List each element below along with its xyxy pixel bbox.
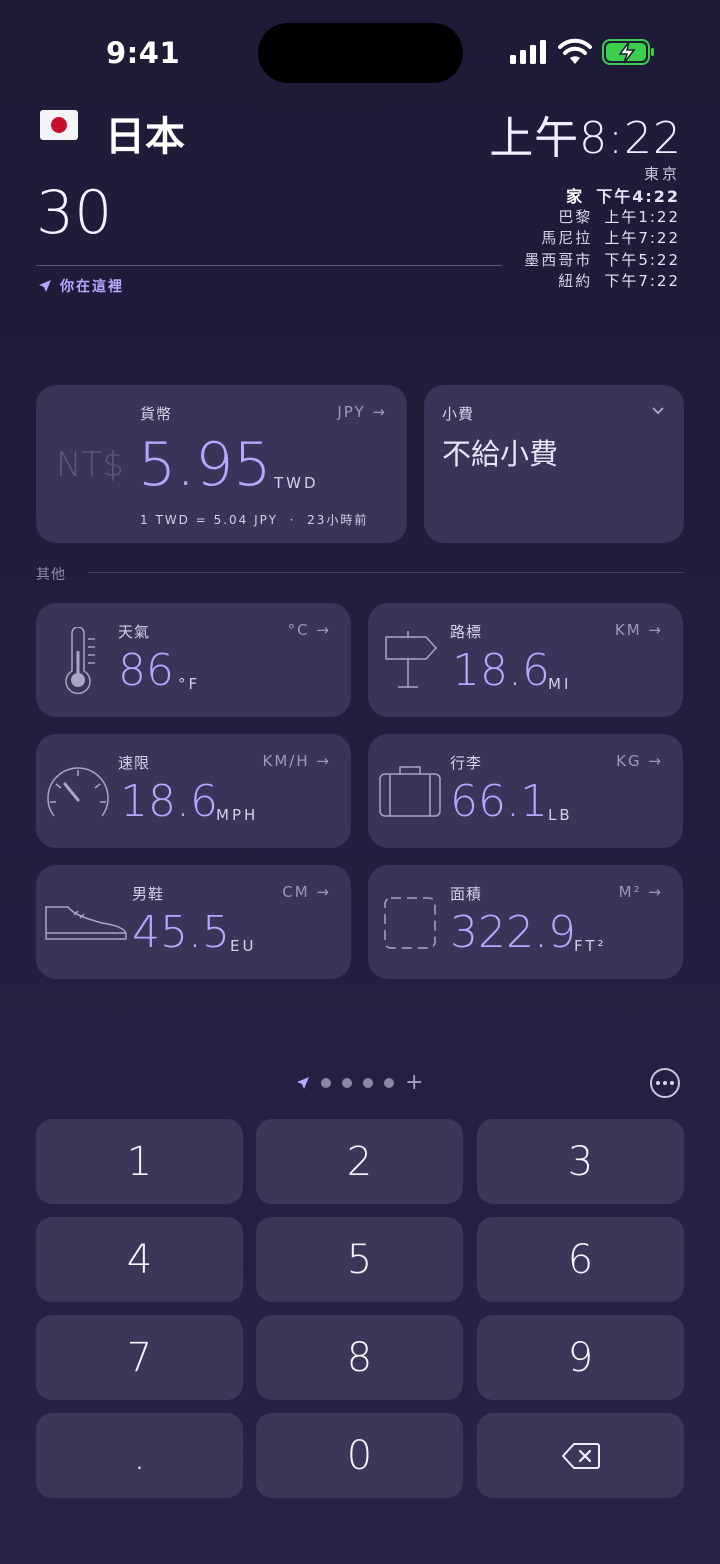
keypad-key-5[interactable]: 5: [256, 1217, 463, 1302]
thermometer-icon: [65, 627, 95, 695]
here-label: 你在這裡: [60, 279, 124, 295]
weather-value: 86: [118, 645, 174, 696]
keypad-key-3[interactable]: 3: [477, 1119, 684, 1204]
keypad-key-decimal[interactable]: .: [36, 1413, 243, 1498]
shoes-value: 45.5: [132, 907, 230, 958]
speedometer-icon: [47, 767, 109, 817]
local-city: 東京: [643, 165, 680, 183]
page-dot[interactable]: [321, 1078, 331, 1088]
weather-card[interactable]: 天氣 °C → 86 °F: [36, 603, 351, 717]
area-value: 322.9: [450, 907, 576, 958]
section-divider: [88, 572, 684, 573]
currency-symbol: NT$: [56, 445, 124, 485]
page-dot[interactable]: [363, 1078, 373, 1088]
shoe-icon: [45, 906, 127, 940]
world-clock-row: 家下午4:22: [566, 187, 680, 206]
currency-card[interactable]: 貨幣 JPY → NT$ 5.95 TWD 1 TWD = 5.04 JPY ·…: [36, 385, 407, 543]
world-clock-row: 巴黎 上午1:22: [558, 208, 680, 227]
currency-label: 貨幣: [140, 405, 173, 423]
keypad-key-6[interactable]: 6: [477, 1217, 684, 1302]
japan-flag-icon: [40, 110, 78, 140]
world-clock-row: 紐約 下午7:22: [558, 271, 680, 290]
tip-card[interactable]: 小費 不給小費: [424, 385, 684, 543]
signpost-icon: [385, 631, 438, 688]
others-section-label: 其他: [36, 567, 66, 583]
shoes-label: 男鞋: [132, 885, 165, 903]
speed-label: 速限: [118, 754, 151, 772]
keypad-key-4[interactable]: 4: [36, 1217, 243, 1302]
backspace-icon: [561, 1442, 600, 1469]
luggage-alt-unit[interactable]: KG →: [616, 752, 663, 770]
arrow-right-icon: →: [372, 403, 387, 421]
suitcase-icon: [379, 766, 441, 817]
weather-unit: °F: [178, 675, 201, 693]
input-underline: [36, 265, 502, 266]
tip-label: 小費: [442, 405, 475, 423]
local-time: 上午8:22: [489, 113, 682, 164]
luggage-unit: LB: [548, 806, 573, 824]
country-name[interactable]: 日本: [105, 104, 185, 162]
speed-unit: MPH: [216, 806, 259, 824]
speed-card[interactable]: 速限 KM/H → 18.6 MPH: [36, 734, 351, 848]
arrow-right-icon: →: [316, 883, 331, 901]
weather-label: 天氣: [118, 623, 151, 641]
keypad-backspace-button[interactable]: [477, 1413, 684, 1498]
keypad-key-8[interactable]: 8: [256, 1315, 463, 1400]
page-indicator[interactable]: +: [296, 1072, 423, 1094]
distance-alt-unit[interactable]: KM →: [615, 621, 663, 639]
shoes-alt-unit[interactable]: CM →: [282, 883, 331, 901]
keypad-key-1[interactable]: 1: [36, 1119, 243, 1204]
page-dot[interactable]: [342, 1078, 352, 1088]
status-time: 9:41: [106, 36, 181, 70]
area-alt-unit[interactable]: M² →: [619, 883, 663, 901]
add-page-icon[interactable]: +: [405, 1072, 423, 1094]
arrow-right-icon: →: [648, 883, 663, 901]
distance-unit: MI: [548, 675, 572, 693]
area-label: 面積: [450, 885, 483, 903]
area-icon: [384, 897, 436, 949]
luggage-value: 66.1: [450, 776, 548, 827]
keypad-key-7[interactable]: 7: [36, 1315, 243, 1400]
distance-value: 18.6: [452, 645, 550, 696]
keypad-key-0[interactable]: 0: [256, 1413, 463, 1498]
luggage-label: 行李: [450, 754, 483, 772]
world-clock-row: 馬尼拉 上午7:22: [541, 229, 680, 248]
speed-alt-unit[interactable]: KM/H →: [263, 752, 331, 770]
speed-value: 18.6: [120, 776, 218, 827]
area-unit: FT²: [574, 937, 607, 955]
arrow-right-icon: →: [316, 752, 331, 770]
distance-card[interactable]: 路標 KM → 18.6 MI: [368, 603, 683, 717]
location-arrow-icon: [39, 280, 51, 292]
keypad-key-2[interactable]: 2: [256, 1119, 463, 1204]
currency-value: 5.95: [138, 430, 272, 500]
currency-unit: TWD: [274, 474, 319, 492]
distance-label: 路標: [450, 623, 483, 641]
chevron-down-icon[interactable]: [652, 407, 664, 415]
shoes-card[interactable]: 男鞋 CM → 45.5 EU: [36, 865, 351, 979]
tip-value: 不給小費: [442, 437, 559, 471]
current-location-indicator[interactable]: 你在這裡: [38, 276, 124, 296]
arrow-right-icon: →: [648, 752, 663, 770]
area-card[interactable]: 面積 M² → 322.9 FT²: [368, 865, 683, 979]
wifi-icon: [558, 38, 592, 64]
exchange-rate-info: 1 TWD = 5.04 JPY · 23小時前: [140, 513, 369, 527]
world-clock-list[interactable]: 家下午4:22 巴黎 上午1:22 馬尼拉 上午7:22 墨西哥市 下午5:22 紐約…: [524, 186, 680, 292]
arrow-right-icon: →: [648, 621, 663, 639]
page-dot[interactable]: [384, 1078, 394, 1088]
battery-charging-icon: [602, 39, 654, 65]
shoes-unit: EU: [230, 937, 257, 955]
currency-source-code[interactable]: JPY →: [337, 403, 387, 421]
keypad-key-9[interactable]: 9: [477, 1315, 684, 1400]
cellular-signal-icon: [510, 40, 546, 64]
luggage-card[interactable]: 行李 KG → 66.1 LB: [368, 734, 683, 848]
dynamic-island: [258, 23, 463, 83]
world-clock-row: 墨西哥市 下午5:22: [524, 250, 680, 269]
arrow-right-icon: →: [316, 621, 331, 639]
amount-input[interactable]: 30: [36, 178, 112, 248]
location-arrow-icon[interactable]: [296, 1076, 310, 1090]
more-options-icon[interactable]: [650, 1068, 680, 1098]
weather-alt-unit[interactable]: °C →: [288, 621, 331, 639]
